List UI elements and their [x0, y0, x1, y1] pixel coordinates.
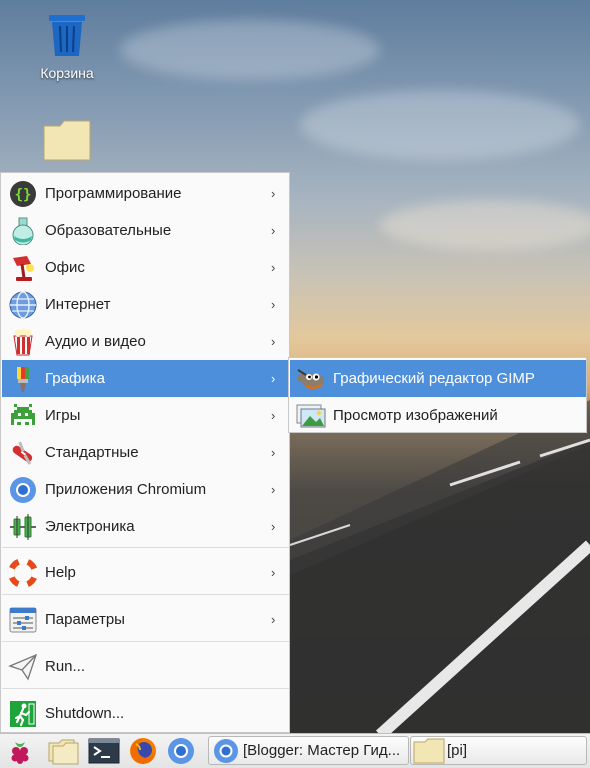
raspberry-menu-icon — [11, 742, 29, 764]
desktop-folder[interactable] — [27, 118, 107, 165]
chevron-right-icon: › — [271, 482, 276, 497]
menu-item-graphics[interactable]: Графика › — [2, 360, 289, 397]
task-button-chromium[interactable]: [Blogger: Мастер Гид... — [208, 736, 409, 765]
submenu-item-gimp[interactable]: Графический редактор GIMP — [290, 360, 586, 397]
menu-item-electronics[interactable]: Электроника › — [2, 508, 289, 545]
menu-item-label: Приложения Chromium — [45, 481, 207, 498]
menu-item-preferences[interactable]: Параметры › — [2, 601, 289, 638]
menu-item-label: Графика — [45, 370, 105, 387]
menu-separator — [2, 547, 289, 548]
desktop-trash[interactable]: Корзина — [27, 12, 107, 81]
menu-item-label: Стандартные — [45, 444, 139, 461]
games-icon — [8, 401, 38, 431]
graphics-submenu: Графический редактор GIMP Просмотр изобр… — [288, 357, 587, 433]
menu-item-label: Интернет — [45, 296, 111, 313]
desktop-icon-label: Корзина — [40, 65, 94, 81]
file-manager-icon — [48, 739, 79, 765]
menu-item-education[interactable]: Образовательные › — [2, 212, 289, 249]
terminal-launcher[interactable] — [88, 736, 120, 766]
firefox-icon — [130, 738, 156, 764]
folder-icon — [413, 738, 445, 764]
menu-item-label: Параметры — [45, 611, 125, 628]
menu-item-label: Аудио и видео — [45, 333, 146, 350]
menu-item-programming[interactable]: {} Программирование › — [2, 175, 289, 212]
internet-icon — [8, 290, 38, 320]
audio-video-icon — [8, 327, 38, 357]
menu-item-games[interactable]: Игры › — [2, 397, 289, 434]
office-icon — [8, 253, 38, 283]
chevron-right-icon: › — [271, 445, 276, 460]
firefox-launcher[interactable] — [128, 736, 158, 766]
menu-item-label: Программирование — [45, 185, 182, 202]
run-icon — [8, 652, 38, 682]
chromium-launcher[interactable] — [166, 736, 196, 766]
menu-item-label: Shutdown... — [45, 705, 125, 722]
menu-separator — [2, 594, 289, 595]
accessories-icon — [8, 438, 38, 468]
chromium-icon — [8, 475, 38, 505]
menu-item-accessories[interactable]: Стандартные › — [2, 434, 289, 471]
task-button-label: [Blogger: Мастер Гид... — [243, 742, 401, 759]
shutdown-icon — [8, 699, 38, 729]
main-menu: {} Программирование › Образовательные › … — [0, 172, 290, 733]
chevron-right-icon: › — [271, 334, 276, 349]
taskbar: [Blogger: Мастер Гид... [pi] — [0, 733, 590, 768]
programming-icon: {} — [8, 179, 38, 209]
chevron-right-icon: › — [271, 408, 276, 423]
menu-item-help[interactable]: Help › — [2, 554, 289, 591]
chromium-icon — [213, 738, 239, 764]
chevron-right-icon: › — [271, 223, 276, 238]
submenu-item-image-viewer[interactable]: Просмотр изображений — [290, 397, 586, 434]
image-viewer-icon — [296, 401, 326, 431]
submenu-item-label: Графический редактор GIMP — [333, 370, 535, 387]
chevron-right-icon: › — [271, 186, 276, 201]
submenu-item-label: Просмотр изображений — [333, 407, 498, 424]
menu-separator — [2, 641, 289, 642]
menu-item-label: Игры — [45, 407, 81, 424]
menu-item-chromium-apps[interactable]: Приложения Chromium › — [2, 471, 289, 508]
education-icon — [8, 216, 38, 246]
file-manager-launcher[interactable] — [48, 736, 80, 766]
menu-item-office[interactable]: Офис › — [2, 249, 289, 286]
menu-item-label: Офис — [45, 259, 85, 276]
chevron-right-icon: › — [271, 260, 276, 275]
task-button-pi-folder[interactable]: [pi] — [410, 736, 587, 765]
chevron-right-icon: › — [271, 565, 276, 580]
raspberry-menu-button[interactable] — [6, 736, 34, 766]
chevron-right-icon: › — [271, 297, 276, 312]
terminal-icon — [88, 738, 120, 764]
task-button-label: [pi] — [447, 742, 468, 759]
menu-item-audio-video[interactable]: Аудио и видео › — [2, 323, 289, 360]
menu-item-label: Электроника — [45, 518, 135, 535]
svg-text:{}: {} — [15, 187, 32, 203]
chevron-right-icon: › — [271, 612, 276, 627]
menu-item-shutdown[interactable]: Shutdown... — [2, 695, 289, 732]
chromium-icon — [168, 738, 194, 764]
chevron-right-icon: › — [271, 371, 276, 386]
menu-item-label: Образовательные — [45, 222, 172, 239]
preferences-icon — [8, 605, 38, 635]
menu-item-internet[interactable]: Интернет › — [2, 286, 289, 323]
menu-separator — [2, 688, 289, 689]
gimp-icon — [296, 364, 326, 394]
menu-item-label: Help — [45, 564, 76, 581]
menu-item-label: Run... — [45, 658, 86, 675]
electronics-icon — [8, 512, 38, 542]
graphics-icon — [8, 364, 38, 394]
help-icon — [8, 558, 38, 588]
folder-icon — [43, 120, 91, 161]
trash-icon — [49, 15, 85, 56]
menu-item-run[interactable]: Run... — [2, 648, 289, 685]
chevron-right-icon: › — [271, 519, 276, 534]
